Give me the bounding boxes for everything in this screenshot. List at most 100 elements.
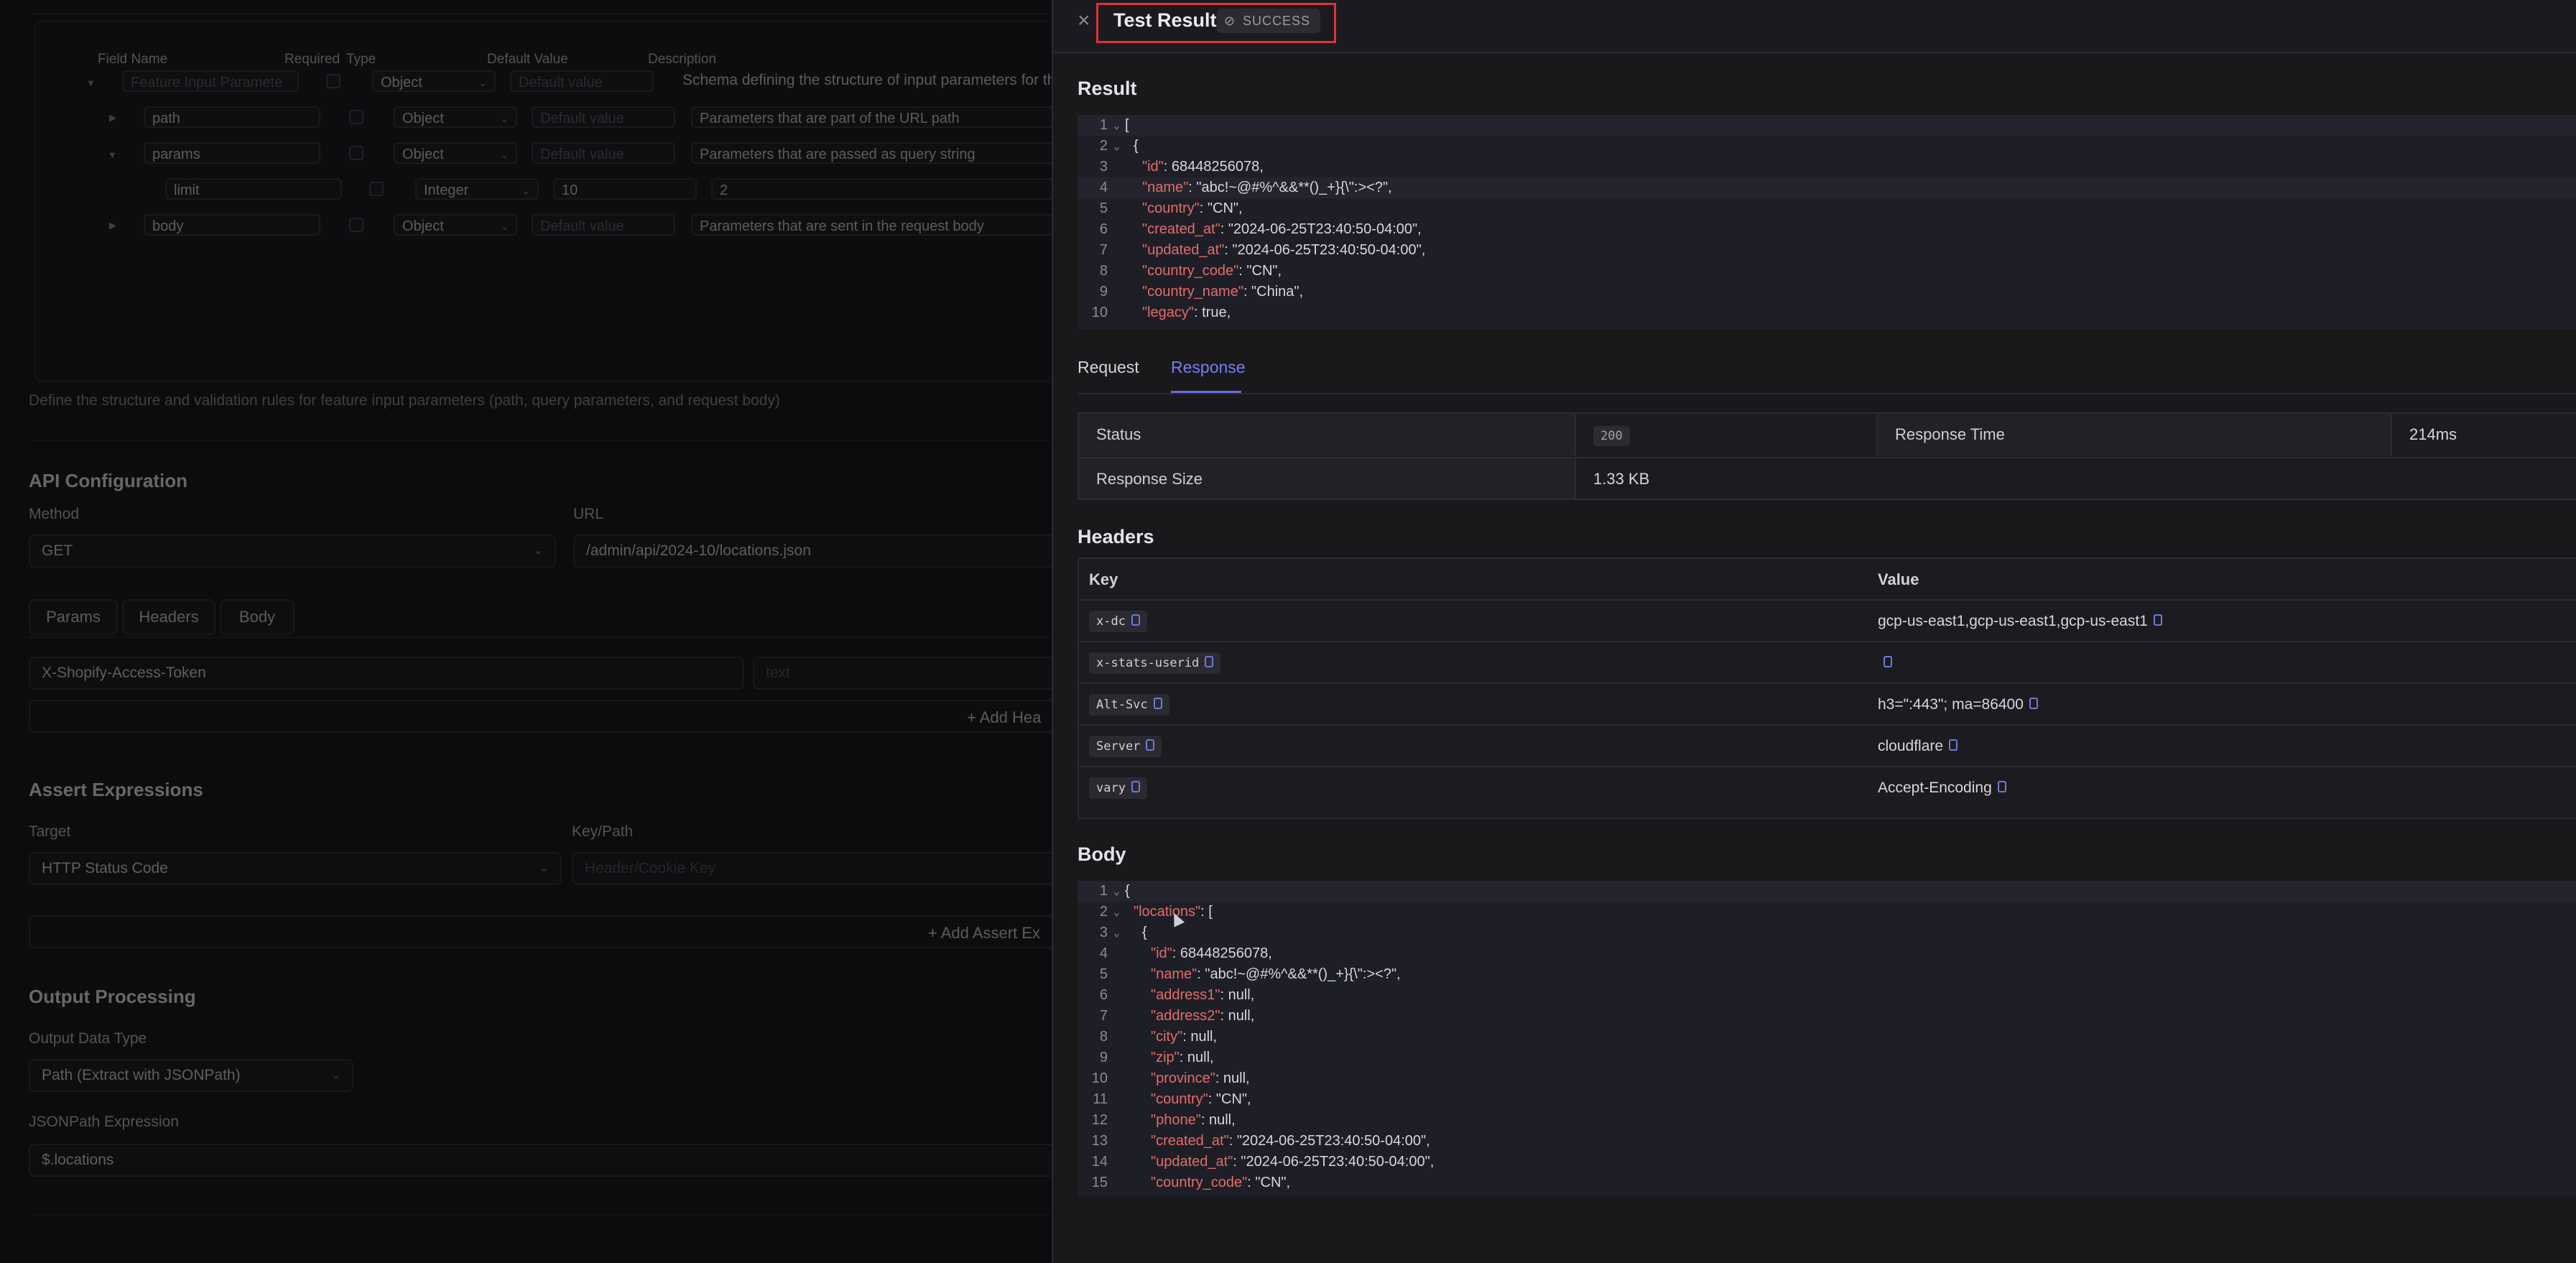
copy-icon[interactable] xyxy=(1131,614,1140,626)
field-name-input[interactable]: Feature Input Paramete xyxy=(122,70,299,92)
code-text: "name": "abc!~@#%^&&**()_+}{\":><?", xyxy=(1142,177,1392,198)
copy-icon[interactable] xyxy=(2029,698,2038,710)
required-checkbox[interactable] xyxy=(349,218,363,232)
response-size-value: 1.33 KB xyxy=(1575,457,2576,499)
field-name-input[interactable]: path xyxy=(144,106,320,128)
tab-body[interactable]: Body xyxy=(220,599,295,635)
top-divider xyxy=(29,0,1052,14)
jsonpath-input[interactable]: $.locations xyxy=(29,1144,1078,1177)
code-line: 15 "country_code": "CN", xyxy=(1078,1172,2576,1193)
line-number: 7 xyxy=(1099,1008,1108,1024)
url-input[interactable]: /admin/api/2024-10/locations.json xyxy=(573,535,1076,568)
type-select[interactable]: Object ⌄ xyxy=(394,106,517,128)
tab-params[interactable]: Params xyxy=(29,599,118,635)
tab-response[interactable]: Response xyxy=(1171,358,1246,377)
json-value: : 68448256078, xyxy=(1172,945,1272,961)
fold-chevron-icon[interactable]: ⌄ xyxy=(1113,136,1120,157)
header-row: vary Accept-Encoding xyxy=(1079,766,2576,809)
type-select[interactable]: Object ⌄ xyxy=(394,214,517,236)
close-icon[interactable]: × xyxy=(1078,9,1090,33)
required-checkbox[interactable] xyxy=(326,74,340,88)
description-input[interactable]: 2 xyxy=(711,178,1093,200)
json-key: "address2" xyxy=(1151,1008,1220,1024)
code-text: { xyxy=(1142,922,1147,943)
type-select[interactable]: Object ⌄ xyxy=(394,142,517,164)
col-key: Key xyxy=(1089,570,1118,588)
json-value: [ xyxy=(1125,117,1129,133)
json-key: "created_at" xyxy=(1142,221,1220,237)
copy-icon[interactable] xyxy=(1153,698,1162,709)
copy-icon[interactable] xyxy=(1884,656,1892,668)
body-code-viewer[interactable]: 1 ⌄ {2 ⌄ "locations": [3 ⌄ {4 "id": 68448256078… xyxy=(1078,881,2576,1197)
default-input[interactable]: 10 xyxy=(553,178,697,200)
json-value: : null, xyxy=(1220,1008,1255,1024)
type-value: Object xyxy=(402,111,444,126)
target-select[interactable]: HTTP Status Code ⌄ xyxy=(29,852,562,885)
description-input[interactable]: Parameters that are passed as query stri… xyxy=(691,142,1093,164)
json-value: : "CN", xyxy=(1238,263,1282,279)
default-input[interactable]: Default value xyxy=(510,70,654,92)
description-input[interactable]: Parameters that are part of the URL path xyxy=(691,106,1093,128)
required-checkbox[interactable] xyxy=(369,182,384,196)
copy-icon[interactable] xyxy=(1146,739,1155,751)
caret-down-icon[interactable]: ▼ xyxy=(108,149,117,160)
schema-row: ▼ Feature Input Paramete Object ⌄ Default… xyxy=(76,70,1088,103)
tab-headers[interactable]: Headers xyxy=(122,599,216,635)
header-value-input[interactable]: text xyxy=(753,657,1076,690)
add-header-button[interactable]: + Add Hea xyxy=(29,700,1078,733)
copy-icon[interactable] xyxy=(2153,614,2162,626)
copy-icon[interactable] xyxy=(1131,781,1140,792)
fold-chevron-icon[interactable]: ⌄ xyxy=(1113,922,1120,943)
json-value: : null, xyxy=(1220,987,1255,1003)
type-value: Object xyxy=(402,218,444,234)
method-select[interactable]: GET ⌄ xyxy=(29,535,556,568)
header-key-input[interactable]: X-Shopify-Access-Token xyxy=(29,657,744,690)
code-text: { xyxy=(1134,136,1139,157)
json-key: "id" xyxy=(1142,159,1164,175)
line-number: 8 xyxy=(1099,1029,1108,1045)
tab-request[interactable]: Request xyxy=(1078,358,1139,377)
chevron-down-icon: ⌄ xyxy=(533,545,543,557)
description-input[interactable]: Parameters that are sent in the request … xyxy=(691,214,1093,236)
output-type-select[interactable]: Path (Extract with JSONPath) ⌄ xyxy=(29,1059,353,1092)
json-key: "country_name" xyxy=(1142,284,1243,300)
type-value: Object xyxy=(381,75,422,91)
caret-down-icon[interactable]: ▼ xyxy=(86,78,96,88)
copy-icon[interactable] xyxy=(1997,781,2006,793)
response-stats-table: Status 200 Response Time 214ms Response … xyxy=(1078,412,2576,500)
result-code-viewer[interactable]: 1 ⌄ [2 ⌄ {3 "id": 68448256078, 4 "name": "abc!~… xyxy=(1078,115,2576,329)
json-key: "address1" xyxy=(1151,987,1220,1003)
headers-table-head: Key Value xyxy=(1079,559,2576,599)
copy-icon[interactable] xyxy=(1949,739,1958,751)
field-name-input[interactable]: params xyxy=(144,142,320,164)
header-row: x-dc gcp-us-east1,gcp-us-east1,gcp-us-eas… xyxy=(1079,599,2576,642)
field-name-input[interactable]: body xyxy=(144,214,320,236)
caret-right-icon[interactable]: ▶ xyxy=(109,112,116,124)
fold-chevron-icon[interactable]: ⌄ xyxy=(1113,115,1120,136)
json-value: : null, xyxy=(1182,1029,1218,1045)
default-input[interactable]: Default value xyxy=(532,142,675,164)
json-value: : null, xyxy=(1179,1050,1214,1065)
type-select[interactable]: Object ⌄ xyxy=(372,70,496,92)
default-input[interactable]: Default value xyxy=(532,214,675,236)
code-text: "legacy": true, xyxy=(1142,302,1231,323)
type-select[interactable]: Integer ⌄ xyxy=(415,178,539,200)
code-text: { xyxy=(1125,881,1130,902)
keypath-input[interactable]: Header/Cookie Key xyxy=(572,852,1075,885)
required-checkbox[interactable] xyxy=(349,110,363,124)
fold-chevron-icon[interactable]: ⌄ xyxy=(1113,902,1120,922)
add-assert-button[interactable]: + Add Assert Ex xyxy=(29,915,1078,948)
header-row: x-stats-userid xyxy=(1079,641,2576,684)
fold-chevron-icon[interactable]: ⌄ xyxy=(1113,881,1120,902)
default-input[interactable]: Default value xyxy=(532,106,675,128)
status-badge-text: SUCCESS xyxy=(1243,14,1311,28)
copy-icon[interactable] xyxy=(1205,656,1214,667)
header-value: cloudflare xyxy=(1878,736,1958,757)
field-name-input[interactable]: limit xyxy=(165,178,342,200)
code-text: "phone": null, xyxy=(1151,1110,1236,1131)
line-number: 10 xyxy=(1091,1070,1108,1086)
json-value: { xyxy=(1142,925,1147,940)
line-number: 4 xyxy=(1099,180,1108,195)
caret-right-icon[interactable]: ▶ xyxy=(109,220,116,231)
required-checkbox[interactable] xyxy=(349,146,363,160)
